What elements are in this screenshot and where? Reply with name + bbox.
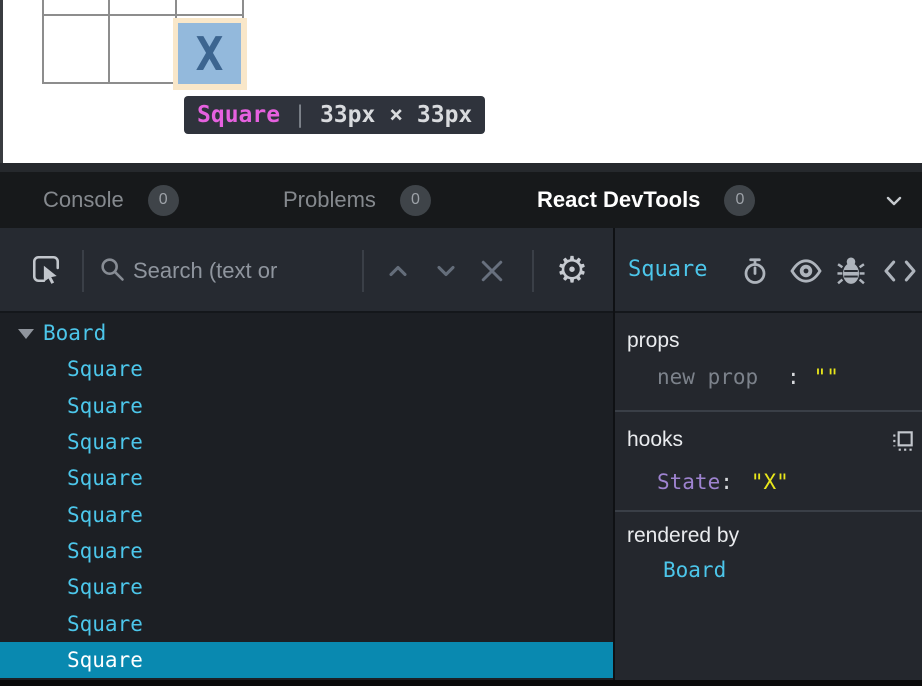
gear-icon[interactable]: ⚙ [552,248,592,292]
tab-problems[interactable]: Problems 0 [283,172,431,228]
parse-hook-names-icon[interactable] [890,428,916,454]
rendered-by-title: rendered by [627,524,922,548]
tree-item-label: Square [67,612,143,636]
hook-value[interactable]: "X" [751,470,789,494]
hooks-title: hooks [627,428,922,452]
tree-item-label: Square [67,575,143,599]
tree-item-label: Square [67,648,143,672]
tooltip-separator: | [293,102,307,128]
state-hook-row[interactable]: State: "X" [627,470,922,494]
react-devtools-toolbar: ⚙ Square [0,228,922,313]
tree-item-label: Square [67,503,143,527]
tree-item-square[interactable]: Square [0,605,613,641]
square-value: X [196,27,224,81]
tree-item-label: Square [67,539,143,563]
tree-item-label: Board [43,321,106,345]
inspect-dom-eye-icon[interactable] [789,257,823,285]
console-count-badge: 0 [148,185,179,216]
tooltip-dimensions: 33px × 33px [320,102,472,128]
react-devtools-count-badge: 0 [724,185,755,216]
colon: : [720,470,733,494]
inspected-page-area: X Square | 33px × 33px [0,0,922,163]
tree-item-square[interactable]: Square [0,642,613,678]
toolbar-divider [362,250,364,292]
search-input[interactable] [131,244,357,298]
tree-item-square[interactable]: Square [0,388,613,424]
tree-item-label: Square [67,357,143,381]
tree-item-square[interactable]: Square [0,569,613,605]
props-title: props [627,329,922,353]
prop-value[interactable]: "" [814,365,839,389]
component-tree: Board Square Square Square Square Square Squar… [0,313,613,680]
props-section: props new prop: "" [615,313,922,410]
colon: : [787,365,800,389]
tree-item-board[interactable]: Board [0,315,613,351]
new-prop-input[interactable]: new prop [657,365,787,389]
inspect-element-icon[interactable] [30,253,62,285]
toolbar-divider [532,250,534,292]
toolbar-divider [82,250,84,292]
tab-label: Problems [283,187,376,213]
tree-item-square[interactable]: Square [0,533,613,569]
tree-item-square[interactable]: Square [0,424,613,460]
tree-item-label: Square [67,466,143,490]
search-icon [98,255,126,283]
inspect-tooltip: Square | 33px × 33px [184,96,485,134]
hook-name: State [657,470,720,494]
component-inspector-panel: props new prop: "" hooks State: "X" render… [615,313,922,680]
bug-icon[interactable] [836,255,866,287]
grid-line [42,0,44,84]
tab-label: React DevTools [537,187,700,213]
new-prop-row[interactable]: new prop: "" [627,365,922,389]
tree-item-square[interactable]: Square [0,496,613,532]
rendered-by-section: rendered by Board [615,510,922,678]
tab-console[interactable]: Console 0 [43,172,179,228]
problems-count-badge: 0 [400,185,431,216]
tab-react-devtools[interactable]: React DevTools 0 [537,172,755,228]
view-source-icon[interactable] [882,257,918,285]
tree-item-label: Square [67,430,143,454]
expander-arrow-icon[interactable] [18,329,34,339]
close-icon[interactable] [477,256,507,286]
tree-item-square[interactable]: Square [0,460,613,496]
tree-item-square[interactable]: Square [0,351,613,387]
grid-line [42,14,244,16]
grid-line [108,0,110,84]
tooltip-component-name: Square [197,102,280,128]
drawer-resize-handle[interactable] [0,163,922,172]
selected-component-name: Square [628,228,707,311]
previous-result-icon[interactable] [384,257,412,285]
bottom-edge-bar [0,680,922,686]
highlighted-square-cell[interactable]: X [178,23,241,84]
devtools-window: X Square | 33px × 33px Console 0 Problem… [0,0,922,686]
drawer-tab-bar: Console 0 Problems 0 React DevTools 0 [0,172,922,228]
chevron-down-icon[interactable] [882,189,906,213]
hooks-section: hooks State: "X" [615,410,922,510]
next-result-icon[interactable] [432,257,460,285]
suspend-stopwatch-icon[interactable] [740,255,770,287]
page-left-edge [0,0,3,163]
tree-item-label: Square [67,394,143,418]
tab-label: Console [43,187,124,213]
rendered-by-link[interactable]: Board [627,558,922,582]
